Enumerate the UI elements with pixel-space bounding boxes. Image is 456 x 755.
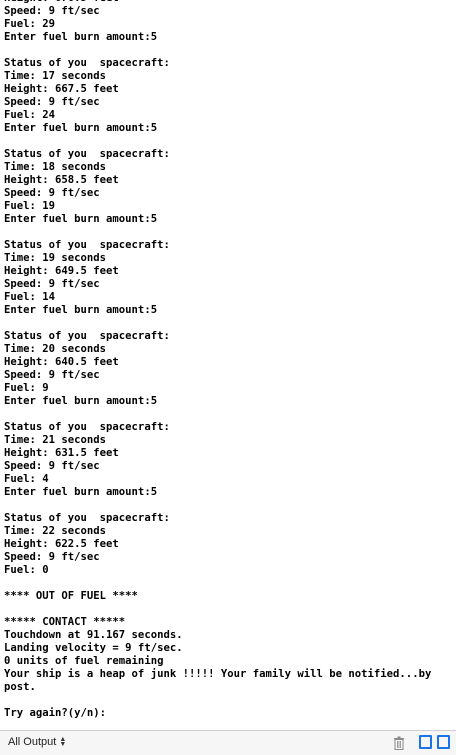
console-line: Time: 17 seconds (4, 70, 107, 82)
console-line: Height: 622.5 feet (4, 538, 119, 550)
stepper-icon: ▲ ▼ (59, 736, 67, 748)
console-line: Speed: 9 ft/sec (4, 460, 100, 472)
console-line: Height: 640.5 feet (4, 356, 119, 368)
console-line: Enter fuel burn amount:5 (4, 31, 158, 43)
console-line: Fuel: 4 (4, 473, 49, 485)
console-line: Enter fuel burn amount:5 (4, 122, 158, 134)
output-filter-select[interactable]: All Output ▲ ▼ (8, 736, 66, 748)
console-line: Speed: 9 ft/sec (4, 369, 100, 381)
console-line: Touchdown at 91.167 seconds. (4, 629, 183, 641)
console-line: Height: 658.5 feet (4, 174, 119, 186)
console-line: Status of you spacecraft: (4, 148, 170, 160)
console-line: Fuel: 29 (4, 18, 56, 30)
trash-icon[interactable] (393, 736, 405, 750)
console-line: Status of you spacecraft: (4, 512, 170, 524)
console-line: ***** CONTACT ***** (4, 616, 126, 628)
console-line: Speed: 9 ft/sec (4, 187, 100, 199)
console-line: Speed: 9 ft/sec (4, 278, 100, 290)
console-line: Enter fuel burn amount:5 (4, 486, 158, 498)
console-line: Time: 19 seconds (4, 252, 107, 264)
debug-bottom-bar: All Output ▲ ▼ (0, 730, 456, 755)
split-view-left-icon[interactable] (419, 735, 432, 749)
console-line: Enter fuel burn amount:5 (4, 304, 158, 316)
console-line: Status of you spacecraft: (4, 330, 170, 342)
console-line: Status of you spacecraft: (4, 57, 170, 69)
console-line: Fuel: 0 (4, 564, 49, 576)
console-line: Landing velocity = 9 ft/sec. (4, 642, 183, 654)
console-text: Height: 676.5 feetSpeed: 9 ft/secFuel: 2… (4, 0, 452, 720)
output-filter-label: All Output (8, 736, 57, 748)
console-line: Height: 631.5 feet (4, 447, 119, 459)
console-line: Height: 667.5 feet (4, 83, 119, 95)
console-line: Height: 649.5 feet (4, 265, 119, 277)
split-view-right-icon[interactable] (437, 735, 450, 749)
console-line: Fuel: 19 (4, 200, 56, 212)
console-line: Fuel: 24 (4, 109, 56, 121)
console-line: **** OUT OF FUEL **** (4, 590, 138, 602)
console-line: post. (4, 681, 36, 693)
console-line: Time: 22 seconds (4, 525, 107, 537)
console-line: Time: 21 seconds (4, 434, 107, 446)
console-line: Enter fuel burn amount:5 (4, 213, 158, 225)
console-output[interactable]: Height: 676.5 feetSpeed: 9 ft/secFuel: 2… (0, 0, 456, 730)
console-line: Time: 18 seconds (4, 161, 107, 173)
console-line: Status of you spacecraft: (4, 239, 170, 251)
console-line: Speed: 9 ft/sec (4, 551, 100, 563)
console-line: 0 units of fuel remaining (4, 655, 164, 667)
console-line: Try again?(y/n): (4, 707, 107, 719)
console-line: Speed: 9 ft/sec (4, 96, 100, 108)
console-line: Speed: 9 ft/sec (4, 5, 100, 17)
console-line: Fuel: 14 (4, 291, 56, 303)
console-line: Enter fuel burn amount:5 (4, 395, 158, 407)
console-line: Status of you spacecraft: (4, 421, 170, 433)
console-line: Fuel: 9 (4, 382, 49, 394)
console-line: Time: 20 seconds (4, 343, 107, 355)
console-line: Your ship is a heap of junk !!!!! Your f… (4, 668, 432, 680)
